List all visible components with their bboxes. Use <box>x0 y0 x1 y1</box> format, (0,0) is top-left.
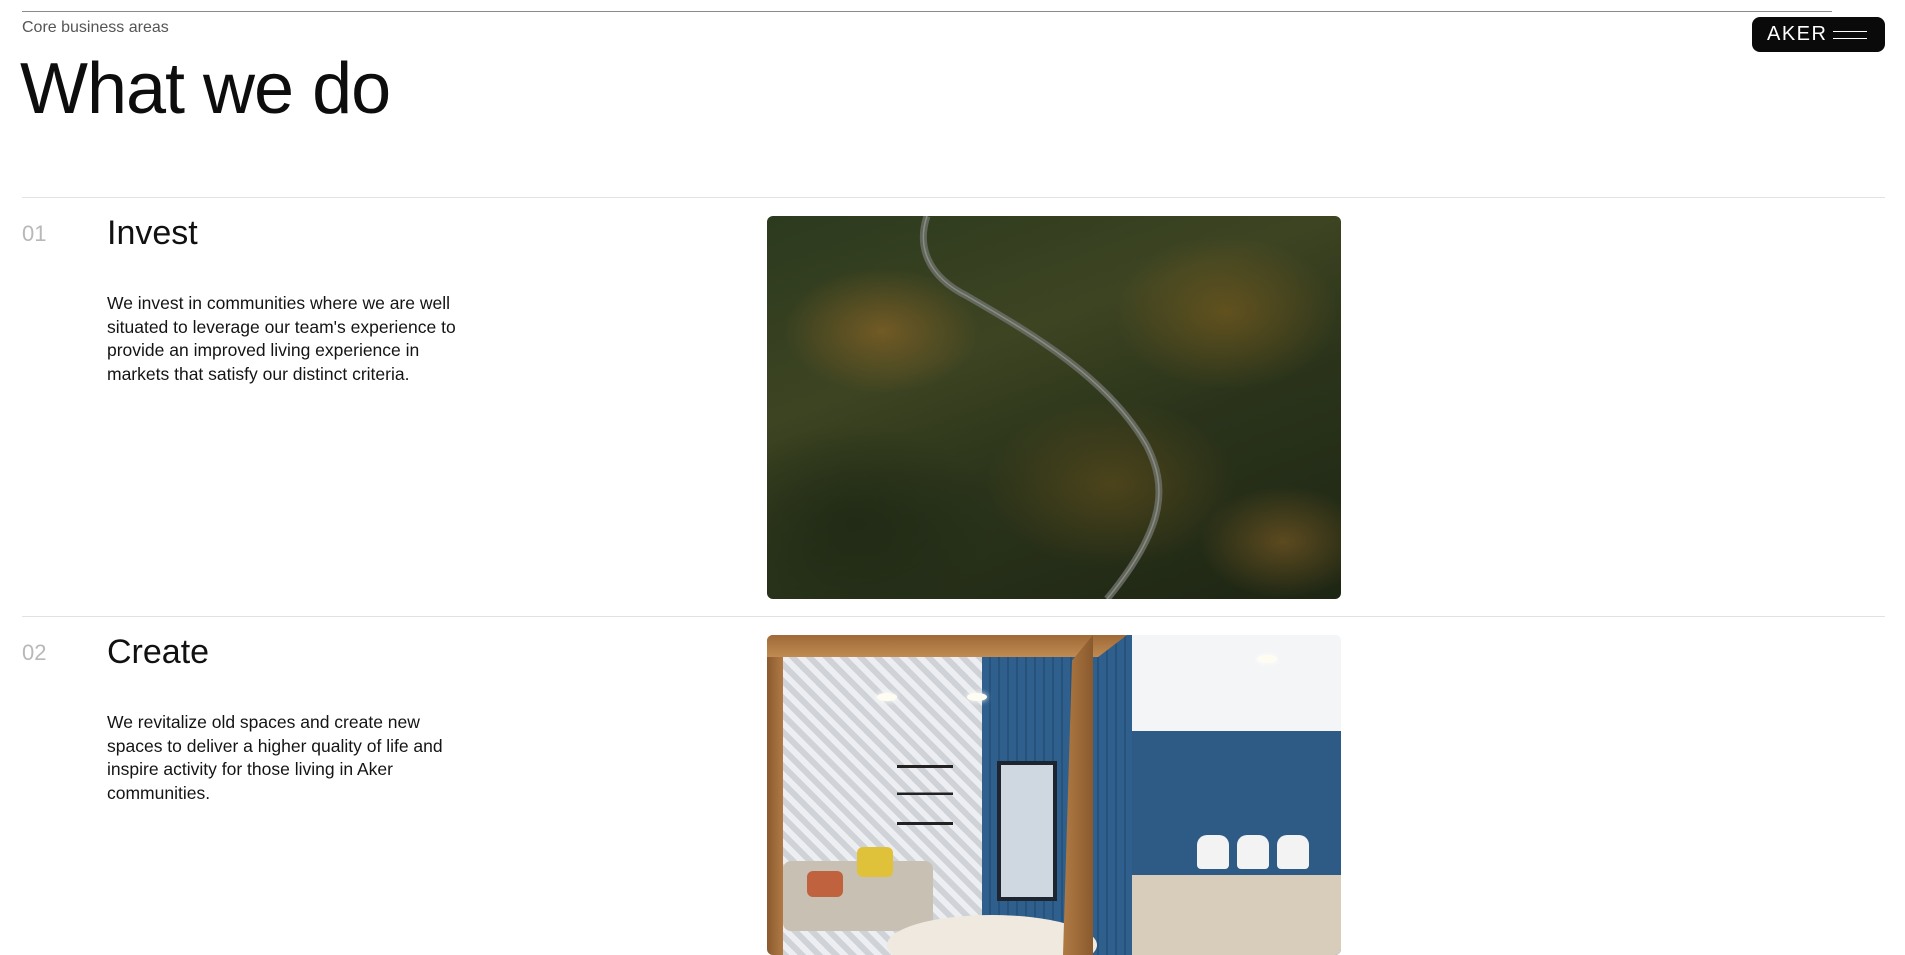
brand-menu-button[interactable]: AKER <box>1752 17 1885 52</box>
top-divider <box>22 11 1832 12</box>
aerial-forest-road-photo <box>767 216 1341 599</box>
section-body-invest: We invest in communities where we are we… <box>107 293 456 384</box>
section-number: 01 <box>22 221 47 246</box>
section-divider <box>22 616 1885 617</box>
winding-road-icon <box>919 216 1163 599</box>
page-eyebrow: Core business areas <box>22 19 169 36</box>
section-title-create: Create <box>107 633 210 671</box>
hamburger-menu-icon <box>1833 29 1867 41</box>
page: Core business areas What we do AKER 01 I… <box>0 0 1905 955</box>
section-title-invest: Invest <box>107 214 198 252</box>
interior-lounge-photo <box>767 635 1341 955</box>
page-title: What we do <box>20 49 391 129</box>
brand-logo-text: AKER <box>1767 23 1828 45</box>
section-divider <box>22 197 1885 198</box>
section-body-create: We revitalize old spaces and create new … <box>107 712 443 803</box>
section-number: 02 <box>22 640 47 665</box>
